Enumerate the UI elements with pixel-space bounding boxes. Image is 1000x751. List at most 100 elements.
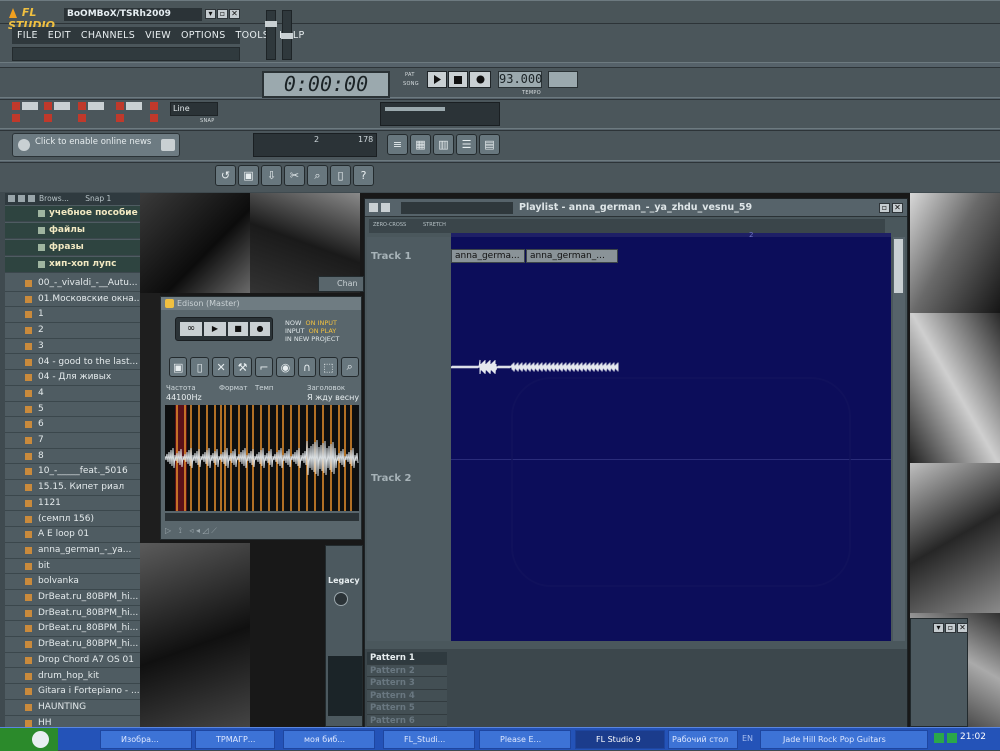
stretch-label[interactable]: STRETCH (423, 222, 446, 228)
option-on-input[interactable]: ON INPUT (306, 319, 337, 327)
browser-item[interactable]: DrBeat.ru_80BPM_hi... (5, 606, 140, 622)
browser-item[interactable]: 2 (5, 323, 140, 339)
metronome-icon[interactable] (12, 102, 20, 110)
pattern-list-item[interactable]: Pattern 2 (367, 664, 447, 677)
start-button[interactable] (0, 728, 58, 751)
pattern-number-display[interactable] (548, 71, 578, 88)
browser-item[interactable]: 4 (5, 386, 140, 402)
mixer-maximize-button[interactable]: ▫ (945, 623, 956, 633)
zoom-icon[interactable]: ⌕ (340, 357, 359, 377)
toggle-icon[interactable] (12, 114, 20, 122)
browser-item[interactable]: bit (5, 559, 140, 575)
loop-button[interactable]: ∞ (180, 322, 202, 336)
track-2-label[interactable]: Track 2 (371, 473, 411, 484)
browser-item[interactable]: 01.Московские окна... (5, 292, 140, 308)
browser-item[interactable]: 7 (5, 433, 140, 449)
tray-icon[interactable] (934, 733, 944, 743)
menu-edit[interactable]: EDIT (43, 27, 76, 44)
option-input[interactable]: INPUT (285, 327, 304, 335)
search-icon[interactable]: ⌕ (307, 165, 328, 186)
audio-clip[interactable]: anna_germa... (451, 249, 525, 263)
browser-pin-icon[interactable] (18, 195, 25, 202)
playlist-vertical-scrollbar[interactable] (893, 237, 905, 641)
browser-item[interactable]: 00_-_vivaldi_-__Autu... (5, 276, 140, 292)
news-toggle-button[interactable] (161, 139, 175, 151)
cut-icon[interactable]: ✂ (284, 165, 305, 186)
browser-menu-icon[interactable] (8, 195, 15, 202)
browser-item[interactable]: (семпл 156) (5, 512, 140, 528)
save-icon[interactable]: ▣ (238, 165, 259, 186)
taskbar-item[interactable]: моя биб... (283, 730, 375, 749)
zero-cross-label[interactable]: ZERO-CROSS (373, 222, 406, 228)
browser-folder[interactable]: фразы (5, 240, 140, 256)
record-mode-icon[interactable] (22, 102, 38, 110)
browser-item[interactable]: 6 (5, 417, 140, 433)
browser-folder[interactable]: файлы (5, 223, 140, 239)
taskbar-item[interactable]: ТРМАГР... (195, 730, 275, 749)
browser-item[interactable]: 1121 (5, 496, 140, 512)
snap-select[interactable]: Line (170, 102, 218, 116)
edison-stop-button[interactable]: ■ (228, 322, 248, 336)
menu-channels[interactable]: CHANNELS (76, 27, 140, 44)
browser-item[interactable]: drum_hop_kit (5, 669, 140, 685)
minimize-button[interactable]: ▾ (205, 9, 216, 19)
undo-icon[interactable]: ↺ (215, 165, 236, 186)
playlist-tool-icons[interactable] (401, 202, 513, 214)
pattern-list-item[interactable]: Pattern 1 (367, 652, 447, 665)
browser-item[interactable]: 04 - good to the last... (5, 355, 140, 371)
menu-file[interactable]: FILE (12, 27, 43, 44)
browser-item[interactable]: Gitara i Fortepiano - ... (5, 684, 140, 700)
stop-button[interactable] (448, 71, 468, 88)
step-edit-icon[interactable] (44, 102, 52, 110)
view-icon[interactable]: ◉ (276, 357, 295, 377)
audio-clip[interactable]: anna_german_... (526, 249, 618, 263)
pattern-list-item[interactable]: Pattern 3 (367, 677, 447, 690)
tools-icon[interactable]: ✕ (211, 357, 231, 377)
edison-play-button[interactable]: ▶ (204, 322, 226, 336)
save-sample-icon[interactable]: ▣ (169, 357, 188, 377)
browser-collapse-icon[interactable] (28, 195, 35, 202)
blend-notes-icon[interactable] (78, 102, 86, 110)
step-sequencer-icon[interactable]: ▦ (410, 134, 431, 155)
play-button[interactable] (427, 71, 447, 88)
record-button[interactable] (469, 71, 491, 88)
pattern-list-item[interactable]: Pattern 4 (367, 689, 447, 702)
song-time-display[interactable]: 0:00:00 (262, 71, 390, 98)
channel-window-tab[interactable]: Chan (318, 276, 364, 292)
toggle-icon[interactable] (150, 114, 158, 122)
mixer-close-button[interactable]: ✕ (957, 623, 968, 633)
edison-record-button[interactable]: ● (250, 322, 270, 336)
browser-item[interactable]: 1 (5, 307, 140, 324)
copy-icon[interactable]: ▯ (190, 357, 209, 377)
master-volume-slider[interactable] (265, 10, 277, 60)
magnet-icon[interactable]: ∩ (297, 357, 317, 377)
browser-item[interactable]: Drop Chord A7 OS 01 (5, 653, 140, 669)
playlist-pin-icon[interactable] (381, 203, 390, 212)
select-icon[interactable]: ⬚ (319, 357, 338, 377)
option-now[interactable]: NOW (285, 319, 301, 327)
browser-item[interactable]: HAUNTING (5, 700, 140, 716)
browser-item[interactable]: 15.15. Кипет риал (5, 480, 140, 496)
toggle-icon[interactable] (78, 114, 86, 122)
browser-item[interactable]: 10_-_____feat._5016 (5, 464, 140, 481)
knob-icon[interactable] (334, 592, 348, 606)
typing-keyboard-icon[interactable] (116, 102, 124, 110)
tempo-display[interactable]: 93.000 (498, 71, 542, 88)
document-icon[interactable]: ▯ (330, 165, 351, 186)
playlist-close-button[interactable]: ✕ (892, 203, 903, 213)
browser-item[interactable]: 3 (5, 339, 140, 355)
taskbar-item-active[interactable]: FL Studio 9 (575, 730, 665, 749)
edison-scrollbar[interactable] (165, 513, 359, 521)
taskbar-item[interactable]: Please E... (479, 730, 571, 749)
piano-roll-icon[interactable]: ▥ (433, 134, 454, 155)
wait-input-icon[interactable] (126, 102, 142, 110)
browser-item[interactable]: DrBeat.ru_80BPM_hi... (5, 590, 140, 606)
playlist-maximize-button[interactable]: ▫ (879, 203, 890, 213)
toggle-icon[interactable] (44, 114, 52, 122)
browser-item[interactable]: DrBeat.ru_80BPM_hi... (5, 621, 140, 638)
browser-item[interactable]: 8 (5, 449, 140, 465)
taskbar-item[interactable]: Jade Hill Rock Pop Guitars (760, 730, 928, 749)
playlist-grid[interactable]: anna_germa... anna_german_... (451, 237, 891, 641)
browser-item[interactable]: bolvanka (5, 574, 140, 590)
marker-icon[interactable]: ⌐ (254, 357, 274, 377)
